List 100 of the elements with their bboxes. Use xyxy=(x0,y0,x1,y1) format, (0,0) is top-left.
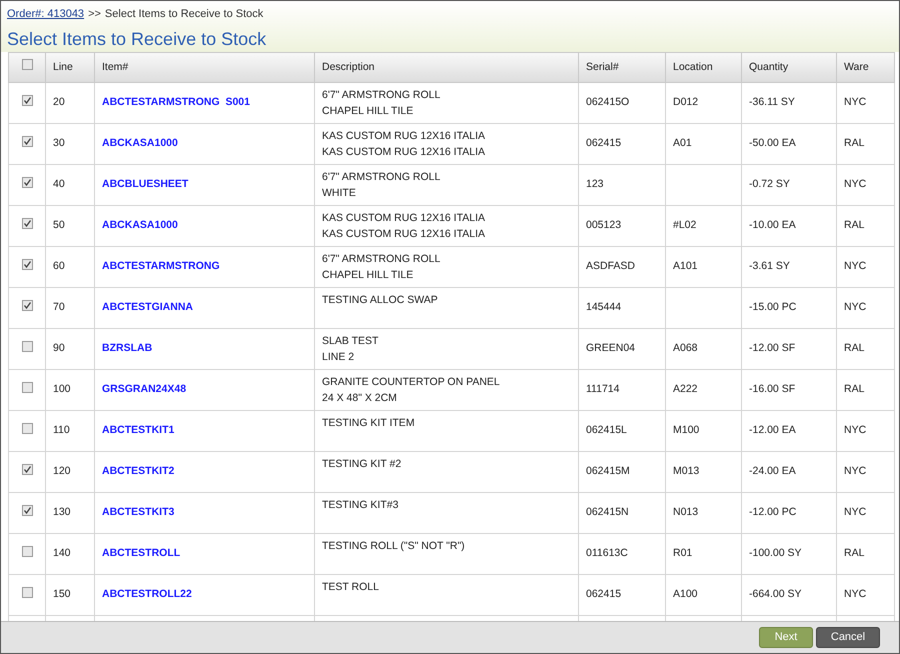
quantity: -100.00 SY xyxy=(749,547,802,560)
column-header: Serial# xyxy=(586,60,619,73)
serial-number: ASDFASD xyxy=(586,260,636,272)
item-link[interactable]: ABCTESTROLL22 xyxy=(102,588,192,600)
warehouse: NYC xyxy=(844,96,866,108)
line-number: 60 xyxy=(53,260,65,272)
warehouse: NYC xyxy=(844,424,866,436)
description-line: CHAPEL HILL TILE xyxy=(322,269,414,281)
line-number: 90 xyxy=(53,342,65,354)
column-header: Line xyxy=(53,60,73,73)
column-header: Description xyxy=(322,60,375,73)
description-line: SLAB TEST xyxy=(322,335,380,347)
warehouse: RAL xyxy=(844,547,864,560)
column-header: Location xyxy=(673,60,713,73)
warehouse: RAL xyxy=(844,342,864,354)
checkbox[interactable] xyxy=(22,505,32,516)
serial-number: 062415 xyxy=(586,137,622,150)
line-number: 120 xyxy=(53,465,71,478)
checkbox[interactable] xyxy=(22,177,32,188)
serial-number: 145444 xyxy=(586,301,622,314)
checkbox[interactable] xyxy=(22,422,32,434)
item-link[interactable]: ABCTESTKIT2 xyxy=(102,465,174,478)
serial-number: 005123 xyxy=(586,219,622,232)
line-number: 70 xyxy=(53,301,65,314)
description-line: 6'7" ARMSTRONG ROLL xyxy=(322,171,442,183)
warehouse: NYC xyxy=(844,178,866,190)
location: A068 xyxy=(673,342,698,354)
page-title: Select Items to Receive to Stock xyxy=(7,28,268,50)
location: R01 xyxy=(673,547,692,560)
warehouse: NYC xyxy=(844,588,866,600)
quantity: -12.00 PC xyxy=(749,506,796,518)
serial-number: 123 xyxy=(586,178,604,190)
description-line: TESTING KIT #2 xyxy=(322,458,402,470)
serial-number: 062415L xyxy=(586,424,627,436)
description-line: CHAPEL HILL TILE xyxy=(322,105,414,117)
serial-number: 062415M xyxy=(586,465,630,478)
location: A100 xyxy=(673,588,698,600)
serial-number: 062415 xyxy=(586,588,622,600)
description-line: TESTING ROLL ("S" NOT "R") xyxy=(322,540,466,552)
description-line: KAS CUSTOM RUG 12X16 ITALIA xyxy=(322,130,486,142)
checkbox[interactable] xyxy=(22,340,32,352)
item-link[interactable]: GRSGRAN24X48 xyxy=(102,383,186,396)
warehouse: NYC xyxy=(844,465,866,478)
description-line: KAS CUSTOM RUG 12X16 ITALIA xyxy=(322,146,486,158)
serial-number: 011613C xyxy=(586,547,628,560)
column-header: Item# xyxy=(102,60,128,73)
item-link[interactable]: ABCTESTROLL xyxy=(102,547,180,560)
checkbox[interactable] xyxy=(22,59,32,70)
item-link[interactable]: BZRSLAB xyxy=(102,342,152,354)
line-number: 140 xyxy=(53,547,71,560)
description-line: KAS CUSTOM RUG 12X16 ITALIA xyxy=(322,212,486,224)
description-line: 24 X 48" X 2CM xyxy=(322,392,398,404)
warehouse: NYC xyxy=(844,260,866,272)
quantity: -664.00 SY xyxy=(749,588,802,600)
item-link[interactable]: ABCKASA1000 xyxy=(102,219,178,232)
quantity: -24.00 EA xyxy=(749,465,796,478)
description-line: TEST ROLL xyxy=(322,581,380,593)
checkbox[interactable] xyxy=(22,300,32,312)
description-line: 6'7" ARMSTRONG ROLL xyxy=(322,89,442,101)
item-link[interactable]: ABCTESTARMSTRONG xyxy=(102,260,220,272)
quantity: -15.00 PC xyxy=(749,301,796,314)
checkbox[interactable] xyxy=(22,586,32,598)
warehouse: NYC xyxy=(844,506,866,518)
column-header: Ware xyxy=(844,60,869,73)
breadcrumb-separator: >> xyxy=(88,7,101,22)
description-line: WHITE xyxy=(322,187,357,199)
location: #L02 xyxy=(673,219,696,232)
checkbox[interactable] xyxy=(22,95,32,106)
checkbox[interactable] xyxy=(22,259,32,270)
cancel-button[interactable]: Cancel xyxy=(816,627,880,648)
item-link[interactable]: ABCTESTGIANNA xyxy=(102,301,193,314)
warehouse: NYC xyxy=(844,301,866,314)
item-link[interactable]: ABCBLUESHEET xyxy=(102,178,188,190)
item-link[interactable]: ABCKASA1000 xyxy=(102,137,178,150)
order-link[interactable]: Order#: 413043 xyxy=(7,6,84,22)
quantity: -12.00 EA xyxy=(749,424,796,436)
serial-number: GREEN04 xyxy=(586,342,636,354)
serial-number: 062415N xyxy=(586,506,629,518)
checkbox[interactable] xyxy=(22,136,32,148)
location: A101 xyxy=(673,260,698,272)
checkbox[interactable] xyxy=(22,546,32,557)
location: D012 xyxy=(673,96,698,108)
quantity: -36.11 SY xyxy=(749,96,795,108)
warehouse: RAL xyxy=(844,219,864,232)
location: A222 xyxy=(673,383,698,396)
checkbox[interactable] xyxy=(22,464,32,476)
description-line: TESTING ALLOC SWAP xyxy=(322,294,439,306)
item-link[interactable]: ABCTESTKIT1 xyxy=(102,424,174,436)
line-number: 150 xyxy=(53,588,71,600)
checkbox[interactable] xyxy=(22,218,32,230)
quantity: -0.72 SY xyxy=(749,178,790,190)
description-line: KAS CUSTOM RUG 12X16 ITALIA xyxy=(322,228,486,240)
location: M100 xyxy=(673,424,700,436)
quantity: -10.00 EA xyxy=(749,219,796,232)
description-line: TESTING KIT ITEM xyxy=(322,417,416,429)
warehouse: RAL xyxy=(844,383,864,396)
description-line: TESTING KIT#3 xyxy=(322,499,400,511)
checkbox[interactable] xyxy=(22,382,32,393)
item-link[interactable]: ABCTESTKIT3 xyxy=(102,506,174,518)
line-number: 130 xyxy=(53,506,71,518)
